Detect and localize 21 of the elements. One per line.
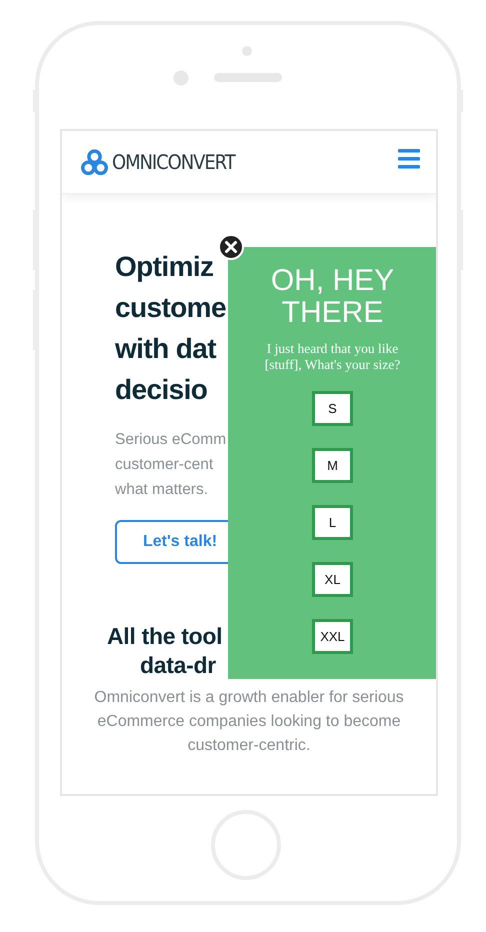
headline-text: decisio: [115, 373, 208, 407]
intro-text: customer-cent: [115, 455, 214, 475]
section-text: Omniconvert is a growth enabler for serious eCommerce companies looking to become customer-centric.: [93, 688, 405, 756]
size-option[interactable]: XL: [312, 562, 353, 597]
logo-text: OMNICONVERT: [112, 150, 235, 174]
intro-text: Serious eComm: [115, 430, 226, 450]
headline-text: custome: [115, 291, 226, 325]
headline-text: Optimiz: [115, 250, 214, 284]
headline-text: with dat: [115, 332, 216, 366]
size-option[interactable]: S: [312, 391, 353, 426]
section-heading: All the tool: [107, 622, 222, 651]
popup-title: OH, HEY THERE: [270, 265, 396, 329]
popup-message: I just heard that you like [stuff], What's your size?: [264, 341, 402, 373]
size-option[interactable]: L: [312, 505, 353, 540]
close-icon[interactable]: [218, 234, 244, 260]
logo-icon: [81, 148, 108, 176]
menu-icon[interactable]: [398, 149, 420, 169]
size-option[interactable]: M: [312, 448, 353, 483]
intro-text: what matters.: [115, 480, 208, 500]
section-heading: data-dr: [140, 651, 216, 680]
size-option[interactable]: XXL: [312, 619, 353, 654]
